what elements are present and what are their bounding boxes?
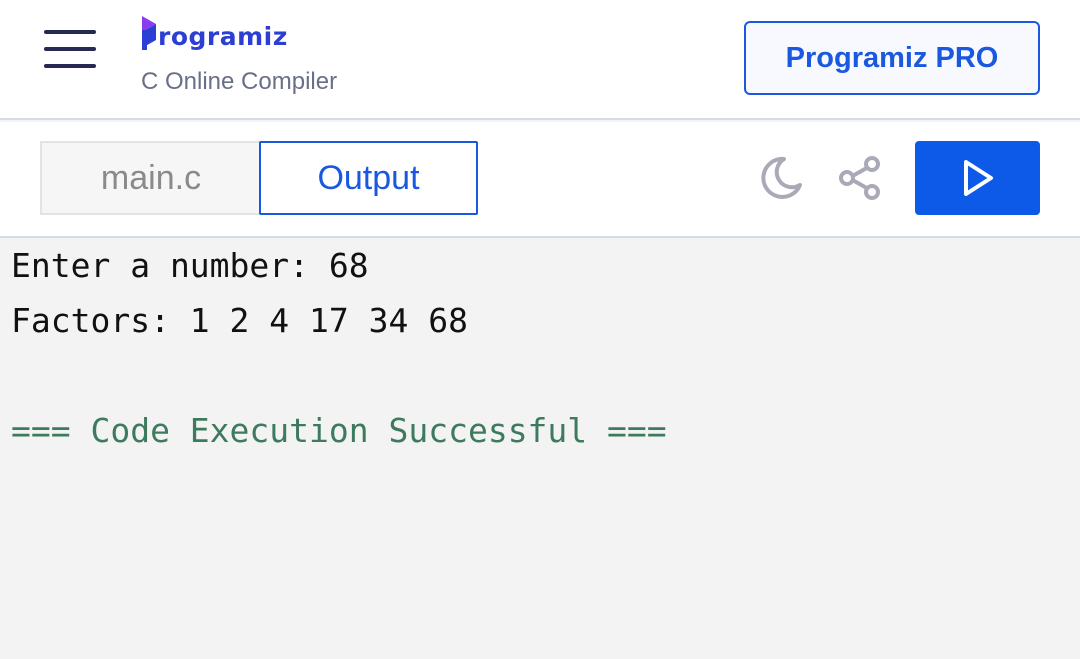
tab-output[interactable]: Output <box>259 141 478 215</box>
share-icon[interactable] <box>836 154 884 202</box>
page-subtitle: C Online Compiler <box>141 68 338 95</box>
programiz-pro-button[interactable]: Programiz PRO <box>744 21 1040 95</box>
output-console: Enter a number: 68 Factors: 1 2 4 17 34 … <box>0 240 1080 659</box>
hamburger-menu-icon[interactable] <box>44 30 96 68</box>
editor-toolbar: main.c Output <box>0 122 1080 238</box>
brand-name: rogramiz <box>158 22 288 51</box>
play-icon <box>963 160 993 196</box>
moon-icon[interactable] <box>756 154 804 202</box>
execution-status-line: === Code Execution Successful === <box>11 411 667 450</box>
run-button[interactable] <box>915 141 1040 215</box>
app-header: rogramiz C Online Compiler Programiz PRO <box>0 0 1080 120</box>
tab-main-c[interactable]: main.c <box>40 141 260 215</box>
programiz-logo[interactable]: rogramiz <box>140 12 288 52</box>
console-line: Factors: 1 2 4 17 34 68 <box>11 301 468 340</box>
console-line: Enter a number: 68 <box>11 246 369 285</box>
